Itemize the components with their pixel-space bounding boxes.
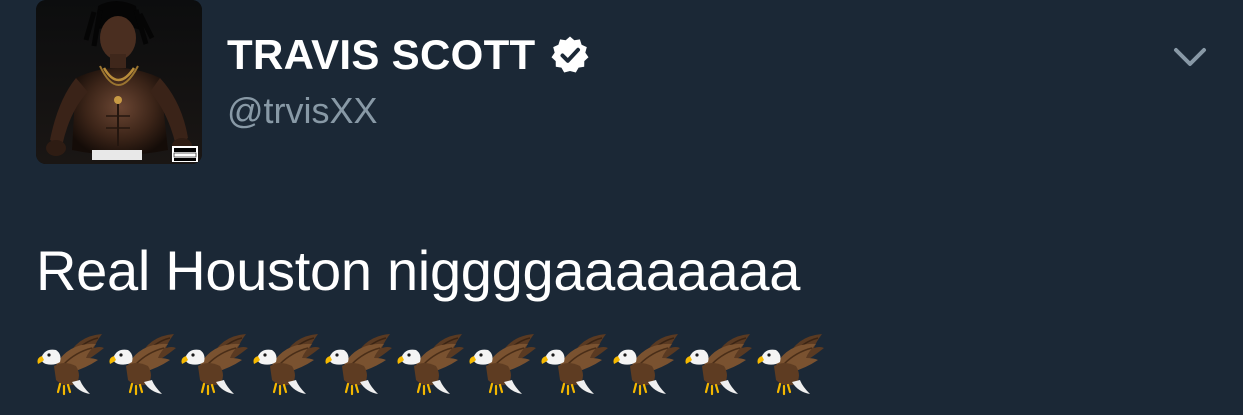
chevron-down-icon[interactable] <box>1170 42 1210 72</box>
eagle-emoji-icon <box>757 334 824 396</box>
avatar[interactable] <box>36 0 202 164</box>
tweet-text: Real Houston niggggaaaaaaaa <box>36 239 801 302</box>
eagle-emoji-icon <box>181 334 248 396</box>
eagle-emoji-icon <box>253 334 320 396</box>
eagle-emoji-icon <box>397 334 464 396</box>
display-name[interactable]: TRAVIS SCOTT <box>227 31 536 79</box>
display-name-row[interactable]: TRAVIS SCOTT <box>227 30 590 80</box>
eagle-emoji-icon <box>37 334 104 396</box>
avatar-image <box>36 0 202 164</box>
tweet-card: TRAVIS SCOTT @trvisXX Real Houston niggg… <box>0 0 1243 415</box>
eagle-emoji-icon <box>685 334 752 396</box>
verified-badge-icon <box>551 36 588 73</box>
eagle-emoji-icon <box>325 334 392 396</box>
eagle-emoji-icon <box>109 334 176 396</box>
eagle-emoji-icon <box>541 334 608 396</box>
user-handle[interactable]: @trvisXX <box>227 90 378 132</box>
eagle-emoji-icon <box>613 334 680 396</box>
emoji-row <box>36 330 828 400</box>
eagle-emoji-icon <box>469 334 536 396</box>
